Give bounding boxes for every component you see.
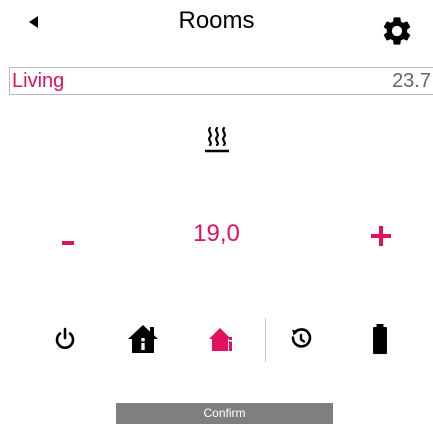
battery-button[interactable] — [363, 322, 397, 356]
gear-icon — [383, 17, 411, 45]
home-info-icon — [209, 328, 232, 351]
power-icon — [55, 327, 75, 349]
increase-setpoint-button[interactable] — [366, 221, 396, 251]
page-title: Rooms — [178, 7, 255, 34]
heating-icon — [202, 124, 232, 154]
mode-timer-button[interactable] — [284, 322, 318, 356]
room-name: Living — [12, 69, 65, 92]
room-temperature: 23.7 — [392, 69, 431, 92]
home-icon — [128, 325, 158, 353]
plus-icon — [371, 226, 391, 246]
mode-home-info-button[interactable] — [205, 322, 239, 356]
mode-home-button[interactable] — [126, 322, 160, 356]
room-row[interactable]: Living 23.7 — [9, 67, 433, 95]
mode-off-button[interactable] — [48, 322, 82, 356]
timer-icon — [291, 328, 312, 348]
mode-divider — [265, 318, 266, 362]
settings-button[interactable] — [380, 14, 414, 48]
confirm-button[interactable]: Confirm — [116, 403, 333, 424]
battery-icon — [373, 324, 387, 354]
